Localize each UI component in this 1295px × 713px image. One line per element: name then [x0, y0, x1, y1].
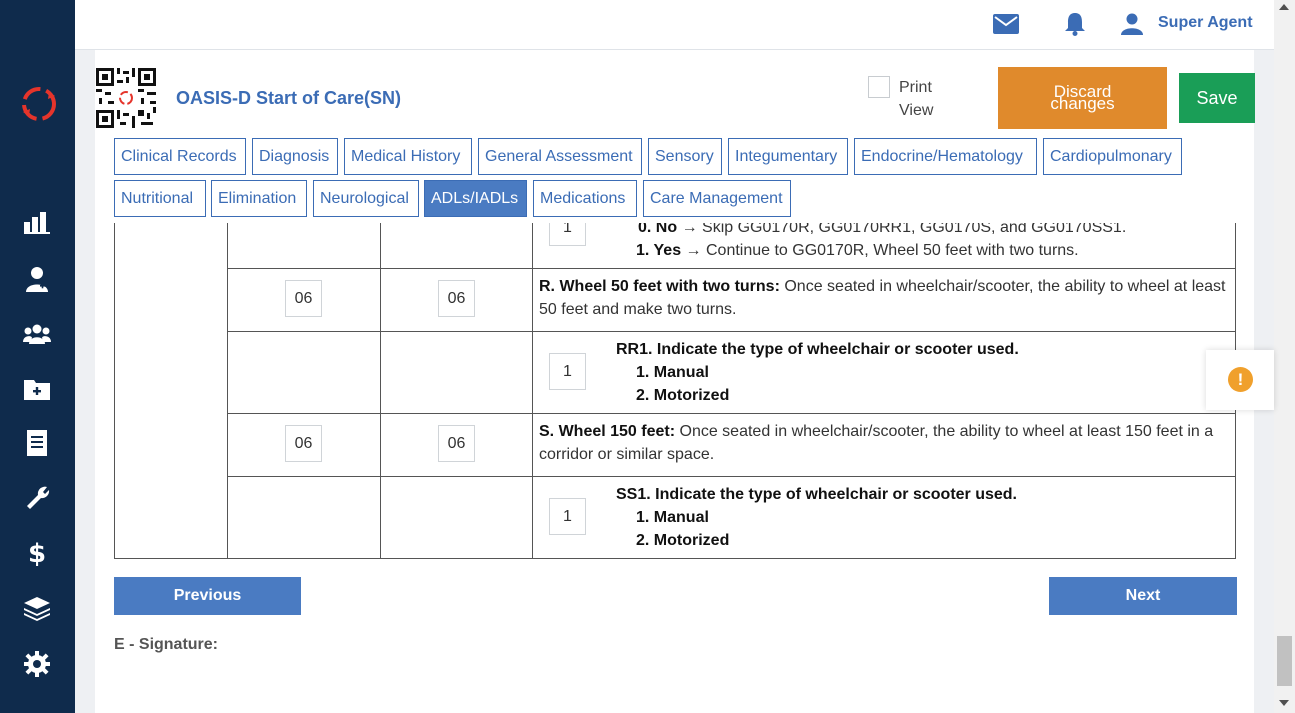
scroll-down-arrow-icon[interactable] — [1279, 700, 1289, 706]
row-rr1-option-motorized-label: 2. Motorized — [636, 387, 730, 404]
row-r-admission-input[interactable]: 06 — [285, 280, 322, 317]
row-rr1-input[interactable]: 1 — [549, 353, 586, 390]
exclamation-icon[interactable]: ! — [1228, 367, 1253, 392]
folder-plus-icon[interactable] — [22, 374, 52, 404]
table-column-divider — [227, 223, 228, 559]
assessment-table: 1 0. No → Skip GG0170R, GG0170RR1, GG017… — [114, 223, 1237, 559]
row-r-title: R. Wheel 50 feet with two turns: — [539, 278, 780, 295]
table-row-divider — [227, 331, 1236, 332]
tab-elimination[interactable]: Elimination — [211, 180, 307, 217]
option-yes-desc: → Continue to GG0170R, Wheel 50 feet wit… — [681, 242, 1079, 259]
row-r-description: R. Wheel 50 feet with two turns: Once se… — [539, 275, 1229, 321]
tab-medications[interactable]: Medications — [533, 180, 637, 217]
option-yes-label: 1. Yes — [636, 242, 682, 259]
row-ss1-option-manual-label: 1. Manual — [636, 509, 709, 526]
previous-button[interactable]: Previous — [114, 577, 301, 615]
table-border-left — [114, 223, 115, 559]
row-rr1-question-label: RR1. Indicate the type of wheelchair or … — [616, 341, 1019, 358]
document-icon[interactable] — [22, 428, 52, 458]
discard-changes-button[interactable]: Discard changes — [998, 67, 1167, 129]
row-rr1-option-manual: 1. Manual — [636, 361, 709, 384]
row-s-admission-input[interactable]: 06 — [285, 425, 322, 462]
row-ss1-question-label: SS1. Indicate the type of wheelchair or … — [616, 486, 1017, 503]
alert-widget[interactable]: ! — [1206, 350, 1274, 410]
table-row-divider — [227, 268, 1236, 269]
row-rr1-question: RR1. Indicate the type of wheelchair or … — [616, 338, 1019, 361]
layers-icon[interactable] — [22, 594, 52, 624]
app-logo-icon[interactable] — [19, 84, 59, 124]
top-header: Super Agent — [75, 0, 1274, 50]
wheelchair-use-input[interactable]: 1 — [549, 223, 586, 246]
table-row-divider — [227, 476, 1236, 477]
row-rr1-option-motorized: 2. Motorized — [636, 384, 729, 407]
gear-icon[interactable] — [22, 649, 52, 679]
user-icon[interactable] — [1117, 10, 1147, 38]
tab-medical-history[interactable]: Medical History — [344, 138, 472, 175]
tab-care-management[interactable]: Care Management — [643, 180, 791, 217]
row-ss1-option-manual: 1. Manual — [636, 506, 709, 529]
dollar-icon[interactable]: $ — [22, 539, 52, 569]
sidebar: $ — [0, 0, 75, 713]
option-no-desc: → Skip GG0170R, GG0170RR1, GG0170S, and … — [677, 223, 1127, 236]
row-rr1-option-manual-label: 1. Manual — [636, 364, 709, 381]
scrollbar-thumb[interactable] — [1277, 636, 1292, 686]
tab-neurological[interactable]: Neurological — [313, 180, 419, 217]
row-r-discharge-goal-input[interactable]: 06 — [438, 280, 475, 317]
user-name[interactable]: Super Agent — [1158, 14, 1253, 32]
save-button[interactable]: Save — [1179, 73, 1255, 123]
print-view-checkbox[interactable] — [868, 76, 890, 98]
tab-adls-iadls[interactable]: ADLs/IADLs — [424, 180, 527, 217]
tab-endocrine-hematology[interactable]: Endocrine/Hematology — [854, 138, 1037, 175]
scroll-up-arrow-icon[interactable] — [1279, 4, 1289, 10]
qr-code-icon — [96, 68, 156, 128]
row-ss1-option-motorized-label: 2. Motorized — [636, 532, 730, 549]
option-yes-text: 1. Yes → Continue to GG0170R, Wheel 50 f… — [636, 239, 1079, 262]
row-ss1-question: SS1. Indicate the type of wheelchair or … — [616, 483, 1017, 506]
row-ss1-input[interactable]: 1 — [549, 498, 586, 535]
user-nurse-icon[interactable] — [22, 264, 52, 294]
bar-chart-icon[interactable] — [22, 208, 52, 238]
tab-diagnosis[interactable]: Diagnosis — [252, 138, 338, 175]
tab-cardiopulmonary[interactable]: Cardiopulmonary — [1043, 138, 1182, 175]
table-row-divider — [227, 413, 1236, 414]
e-signature-label: E - Signature: — [114, 636, 219, 653]
row-ss1-option-motorized: 2. Motorized — [636, 529, 729, 552]
tab-nutritional[interactable]: Nutritional — [114, 180, 206, 217]
tab-clinical-records[interactable]: Clinical Records — [114, 138, 246, 175]
tab-integumentary[interactable]: Integumentary — [728, 138, 848, 175]
scrollbar[interactable] — [1274, 0, 1295, 713]
users-icon[interactable] — [22, 319, 52, 349]
option-no-text: 0. No → Skip GG0170R, GG0170RR1, GG0170S… — [638, 223, 1126, 239]
tab-general-assessment[interactable]: General Assessment — [478, 138, 642, 175]
form-title: OASIS-D Start of Care(SN) — [176, 88, 402, 108]
print-view-label: Print View — [899, 79, 934, 119]
discard-changes-label: Discard changes — [1050, 82, 1115, 113]
row-s-title: S. Wheel 150 feet: — [539, 423, 676, 440]
table-column-divider — [380, 223, 381, 559]
mail-icon[interactable] — [991, 10, 1021, 38]
wrench-icon[interactable] — [22, 483, 52, 513]
row-s-description: S. Wheel 150 feet: Once seated in wheelc… — [539, 420, 1234, 466]
table-column-divider — [532, 223, 533, 559]
table-border-bottom — [114, 558, 1236, 559]
next-button[interactable]: Next — [1049, 577, 1237, 615]
tab-sensory[interactable]: Sensory — [648, 138, 722, 175]
bell-icon[interactable] — [1060, 10, 1090, 38]
option-no-label: 0. No — [638, 223, 678, 236]
row-s-discharge-goal-input[interactable]: 06 — [438, 425, 475, 462]
